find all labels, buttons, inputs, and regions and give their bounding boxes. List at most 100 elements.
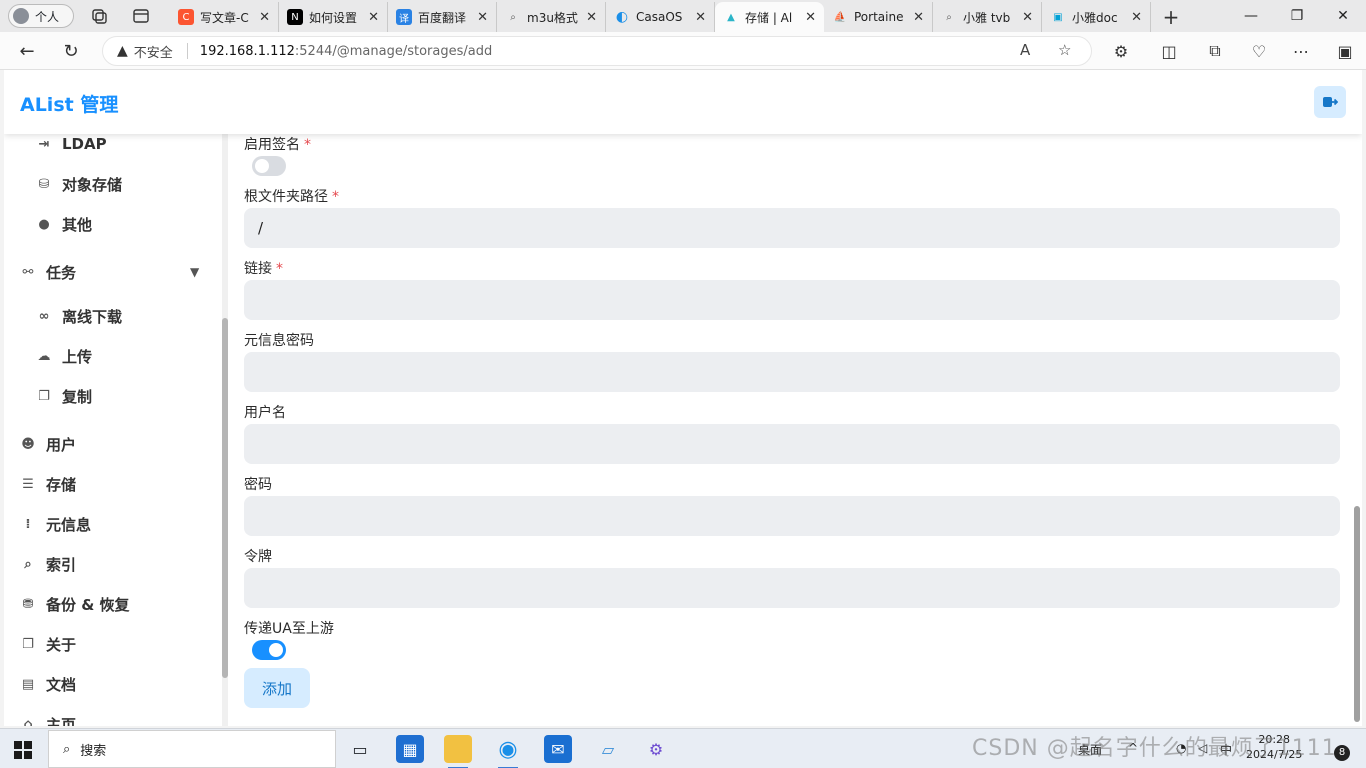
sidebar-item-upload[interactable]: ☁ 上传 — [36, 336, 93, 376]
extensions-icon[interactable]: ⚙ — [1110, 40, 1132, 62]
bilibili-icon: ▣ — [1053, 11, 1063, 23]
sidebar-item-label: LDAP — [62, 135, 107, 153]
root-path-label: 根文件夹路径 * — [244, 189, 339, 205]
workspaces-icon[interactable] — [90, 7, 108, 25]
logout-button[interactable] — [1314, 86, 1346, 118]
settings-app-icon[interactable]: ⚙ — [642, 735, 670, 763]
meta-password-label: 元信息密码 — [244, 333, 314, 349]
user-icon: ☻ — [21, 436, 35, 452]
link-input[interactable] — [244, 280, 1340, 320]
file-explorer-icon[interactable] — [444, 735, 472, 768]
tasks-icon: ⚯ — [22, 264, 34, 280]
chevron-down-icon[interactable]: ▼ — [190, 265, 199, 279]
username-input[interactable] — [244, 424, 1340, 464]
enable-sign-label: 启用签名 * — [244, 137, 311, 153]
close-icon[interactable]: ✕ — [586, 10, 597, 25]
favorite-star-icon[interactable]: ☆ — [1058, 41, 1071, 59]
sidebar-item-label: 对象存储 — [62, 175, 123, 194]
alist-admin-page: AList 管理 ⇥ LDAP ⛁ 对象存储 ● 其他 ⚯ 任务 ▼ ∞ 离线下载 ☁ 上传… — [4, 70, 1362, 726]
sidebar-item-tasks[interactable]: ⚯ 任务 — [20, 252, 76, 292]
add-button[interactable]: 添加 — [244, 668, 310, 708]
sidebar-item-home[interactable]: ⌂ 主页 — [20, 704, 76, 727]
tab-alist-storage[interactable]: ▲ 存储 | Al ✕ — [715, 2, 824, 32]
cloud-upload-icon: ☁ — [37, 348, 51, 364]
reload-icon[interactable]: ↻ — [60, 40, 82, 62]
edge-icon[interactable]: ◉ — [494, 735, 522, 768]
tab-label: Portaine — [854, 10, 904, 24]
taskbar-search[interactable]: ⌕ 搜索 — [48, 730, 336, 768]
sidebar-item-metas[interactable]: ⁞ 元信息 — [20, 504, 92, 544]
tab-actions-icon[interactable] — [132, 7, 150, 25]
dots-icon: ● — [38, 216, 50, 232]
sidebar-item-other[interactable]: ● 其他 — [36, 204, 92, 244]
sidebar-item-label: 任务 — [46, 263, 77, 282]
tab-label: 小雅doc — [1072, 10, 1118, 25]
close-icon[interactable]: ✕ — [805, 10, 816, 25]
close-icon[interactable]: ✕ — [695, 10, 706, 25]
remote-desktop-icon[interactable]: ▱ — [594, 735, 622, 763]
sidebar-scrollbar-thumb[interactable] — [222, 318, 228, 678]
meta-password-input[interactable] — [244, 352, 1340, 392]
app-header: AList 管理 — [4, 70, 1362, 134]
password-input[interactable] — [244, 496, 1340, 536]
tab-label: m3u格式 — [527, 10, 578, 25]
page-scrollbar-thumb[interactable] — [1354, 506, 1360, 722]
sidebar-item-backup-restore[interactable]: ⛃ 备份 & 恢复 — [20, 584, 130, 624]
tab-m3u[interactable]: ⌕ m3u格式 ✕ — [497, 2, 606, 32]
address-bar[interactable]: ▲ 不安全 192.168.1.112:5244/@manage/storage… — [102, 36, 1092, 66]
tab-list: C 写文章-C ✕ N 如何设置 ✕ 译百度翻译 ✕ ⌕ m3u格式 ✕ ◐ CasaOS ✕ ▲… — [170, 2, 1191, 32]
sidebar-item-label: 其他 — [62, 215, 93, 234]
sidebar-item-indexes[interactable]: ⌕ 索引 — [20, 544, 76, 584]
token-input[interactable] — [244, 568, 1340, 608]
minimize-icon[interactable]: — — [1228, 0, 1274, 32]
avatar — [13, 8, 29, 24]
enable-sign-toggle[interactable] — [252, 156, 286, 176]
pass-ua-toggle[interactable] — [252, 640, 286, 660]
username-label: 用户名 — [244, 405, 286, 421]
back-icon[interactable]: ← — [16, 40, 38, 62]
sidebar-item-users[interactable]: ☻ 用户 — [20, 424, 76, 464]
tab-label: 小雅 tvb — [963, 10, 1011, 25]
mail-icon[interactable]: ✉ — [544, 735, 572, 763]
link-label: 链接 * — [244, 261, 283, 277]
collections-icon[interactable]: ⧉ — [1204, 40, 1226, 62]
close-icon[interactable]: ✕ — [913, 10, 924, 25]
tab-portainer[interactable]: ⛵ Portaine ✕ — [824, 2, 933, 32]
window-close-icon[interactable]: ✕ — [1320, 0, 1366, 32]
translate-icon: 译 — [396, 9, 412, 25]
copy-icon: ❐ — [38, 388, 50, 404]
sidebar-item-copy[interactable]: ❐ 复制 — [36, 376, 92, 416]
sidebar-item-docs[interactable]: ▤ 文档 — [20, 664, 76, 704]
browser-essentials-icon[interactable]: ♡ — [1248, 40, 1270, 62]
tab-notion[interactable]: N 如何设置 ✕ — [279, 2, 388, 32]
sidebar-item-about[interactable]: ❐ 关于 — [20, 624, 76, 664]
tab-xiaoya-tvbox[interactable]: ⌕ 小雅 tvb ✕ — [933, 2, 1042, 32]
bucket-icon: ⛁ — [38, 176, 50, 192]
root-path-input[interactable]: / — [244, 208, 1340, 248]
store-icon[interactable]: ▦ — [396, 735, 424, 763]
tab-csdn[interactable]: C 写文章-C ✕ — [170, 2, 279, 32]
split-screen-icon[interactable]: ◫ — [1158, 40, 1180, 62]
sidebar-item-label: 元信息 — [46, 515, 92, 534]
new-tab-button[interactable]: + — [1151, 2, 1191, 32]
close-icon[interactable]: ✕ — [259, 10, 270, 25]
browser-toolbar: ← ↻ ▲ 不安全 192.168.1.112:5244/@manage/sto… — [0, 32, 1366, 70]
tab-casaos[interactable]: ◐ CasaOS ✕ — [606, 2, 715, 32]
sidebar-item-object-storage[interactable]: ⛁ 对象存储 — [36, 164, 122, 204]
restore-icon[interactable]: ❐ — [1274, 0, 1320, 32]
close-icon[interactable]: ✕ — [477, 10, 488, 25]
close-icon[interactable]: ✕ — [1022, 10, 1033, 25]
read-aloud-icon[interactable]: A — [1020, 41, 1030, 59]
search-icon: ⌕ — [510, 11, 516, 23]
windows-start-icon[interactable] — [14, 741, 32, 759]
close-icon[interactable]: ✕ — [1131, 10, 1142, 25]
more-menu-icon[interactable]: ⋯ — [1290, 40, 1312, 62]
close-icon[interactable]: ✕ — [368, 10, 379, 25]
task-view-icon[interactable]: ▭ — [346, 735, 374, 763]
sidebar-toggle-icon[interactable]: ▣ — [1334, 40, 1356, 62]
sidebar-item-storages[interactable]: ☰ 存储 — [20, 464, 76, 504]
tab-baidu-translate[interactable]: 译百度翻译 ✕ — [388, 2, 497, 32]
profile-button[interactable]: 个人 — [8, 4, 74, 28]
tab-xiaoya-doc[interactable]: ▣ 小雅doc ✕ — [1042, 2, 1151, 32]
sidebar-item-offline-download[interactable]: ∞ 离线下载 — [36, 296, 122, 336]
